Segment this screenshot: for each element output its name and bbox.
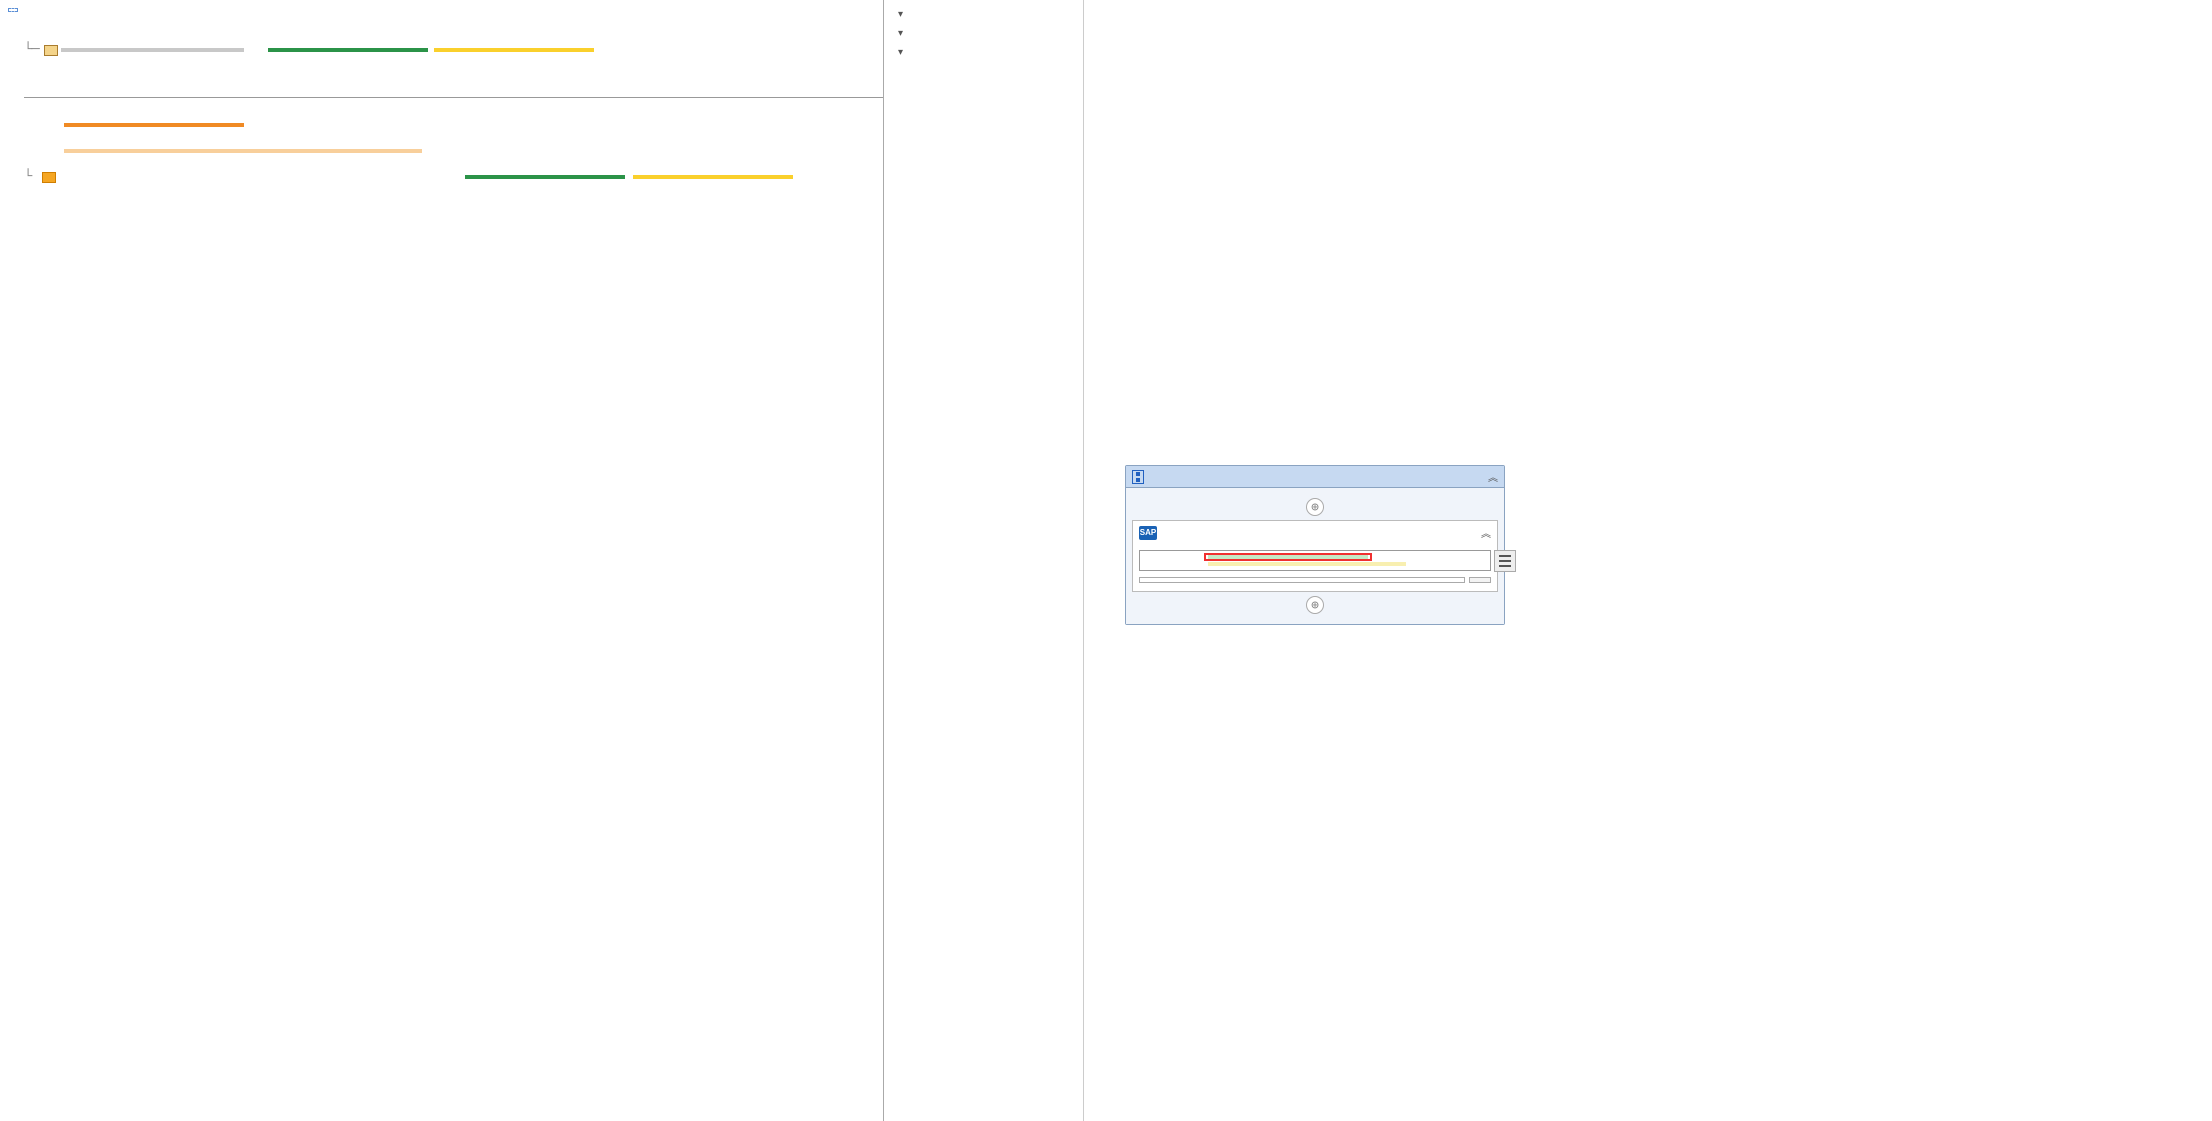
folder-open-icon: [42, 172, 56, 183]
divider: [24, 97, 883, 98]
hdr-status-row[interactable]: └─: [24, 37, 883, 63]
hamburger-icon[interactable]: [1494, 550, 1516, 572]
cat-classic[interactable]: ▾: [888, 43, 1083, 62]
item-status-block: └: [24, 112, 883, 210]
chevron-down-icon: ▾: [898, 47, 910, 58]
hdr-status-block: └─: [24, 37, 883, 83]
cat-available[interactable]: ▾: [888, 24, 1083, 43]
designer-container: ︽ ⊕ SAP ︽: [1115, 455, 1515, 635]
img-row2b: [1208, 562, 1406, 566]
hdr-label: [61, 48, 244, 52]
activity-expand-alv[interactable]: SAP ︽: [1132, 520, 1498, 592]
sequence-icon: [1132, 470, 1144, 484]
folder-icon: [44, 45, 58, 56]
cat-recent[interactable]: ▾: [888, 5, 1083, 24]
selector-image[interactable]: [1139, 550, 1491, 571]
item-material: [109, 175, 369, 179]
sequence-box[interactable]: ︽ ⊕ SAP ︽: [1125, 465, 1505, 625]
activities-panel: ▾ ▾ ▾: [884, 0, 1084, 1121]
img-row1b: [1208, 555, 1368, 559]
chevron-down-icon: ▾: [898, 28, 910, 39]
chevron-up-icon[interactable]: ︽: [1481, 525, 1491, 540]
sap-tree-panel: └─ └: [0, 0, 884, 1121]
item-status-completed: [465, 175, 625, 179]
page-title: [8, 8, 18, 12]
item-header-row[interactable]: [24, 112, 883, 138]
col-material: [112, 149, 422, 153]
item-header-label: [64, 123, 244, 127]
add-before-button[interactable]: ⊕: [1132, 494, 1498, 520]
sequence-header[interactable]: ︽: [1126, 466, 1504, 488]
img-row1a: [1144, 555, 1208, 559]
chevron-down-icon: ▾: [898, 9, 910, 20]
add-after-button[interactable]: ⊕: [1132, 592, 1498, 618]
col-itemno: [64, 149, 112, 153]
ellipsis-button[interactable]: [1469, 577, 1491, 583]
item-column-row: [24, 138, 883, 164]
item-no: [59, 175, 109, 179]
sap-icon: SAP: [1139, 526, 1157, 540]
chevron-up-icon[interactable]: ︽: [1488, 469, 1498, 484]
hdr-status-rejected: [434, 48, 594, 52]
hdr-status-completed: [268, 48, 428, 52]
item-status-rejected: [633, 175, 793, 179]
selection-highlight: [1204, 553, 1372, 561]
item-data-row[interactable]: └: [24, 164, 883, 190]
img-row2a: [1144, 562, 1208, 566]
tree-path-input[interactable]: [1139, 577, 1465, 583]
